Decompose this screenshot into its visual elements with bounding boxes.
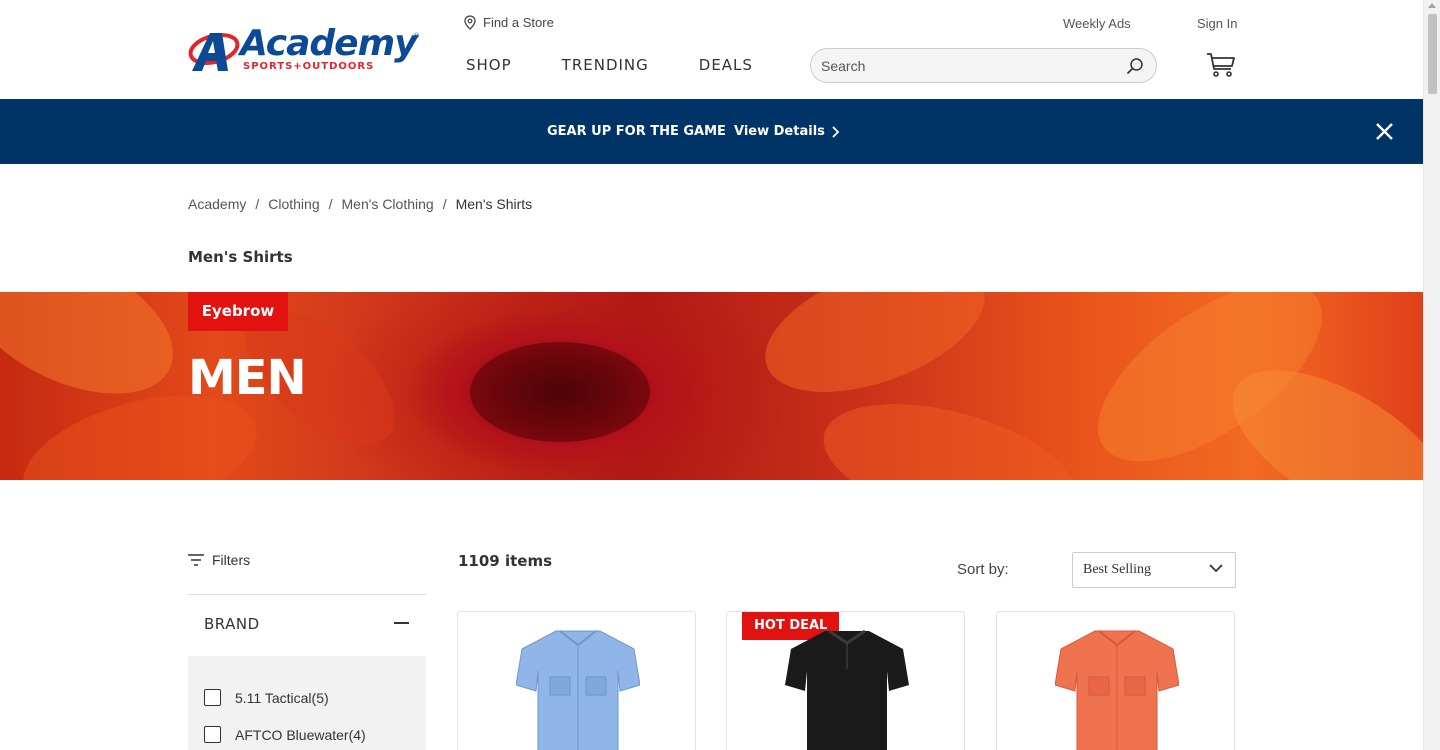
hero-petal — [748, 292, 1002, 419]
brand-filter-label: BRAND — [204, 615, 260, 633]
search-box — [810, 48, 1157, 83]
logo-a-icon — [188, 32, 240, 71]
hero-flower-center — [470, 342, 650, 442]
sort-dropdown[interactable]: Best Selling — [1072, 552, 1236, 588]
filter-icon — [188, 554, 204, 566]
academy-logo[interactable]: Academy ® SPORTS+OUTDOORS — [188, 23, 420, 75]
hero-eyebrow: Eyebrow — [188, 292, 288, 331]
hero-petal — [810, 380, 1090, 480]
brand-option-aftco-bluewater[interactable]: AFTCO Bluewater(4) — [204, 726, 366, 743]
logo-tagline: SPORTS+OUTDOORS — [243, 61, 375, 72]
chevron-down-icon — [1209, 564, 1223, 573]
logo-wordmark: Academy — [240, 23, 418, 64]
main-nav: SHOP TRENDING DEALS — [466, 56, 803, 74]
site-header: Academy ® SPORTS+OUTDOORS Find a Store W… — [0, 0, 1423, 99]
weekly-ads-link[interactable]: Weekly Ads — [1063, 16, 1131, 31]
item-count: 1109 items — [458, 552, 553, 570]
collapse-minus-icon — [394, 622, 409, 624]
view-details-label: View Details — [734, 124, 825, 139]
filters-toggle[interactable]: Filters — [188, 552, 250, 568]
breadcrumb-mens-clothing[interactable]: Men's Clothing — [342, 196, 434, 212]
brand-option-label: AFTCO Bluewater(4) — [235, 726, 366, 743]
nav-shop[interactable]: SHOP — [466, 56, 512, 74]
nav-trending[interactable]: TRENDING — [562, 56, 649, 74]
close-icon[interactable] — [1376, 123, 1393, 140]
scroll-up-arrow-icon[interactable] — [1428, 3, 1436, 8]
brand-filter-list: 5.11 Tactical(5) AFTCO Bluewater(4) — [188, 656, 426, 750]
checkbox[interactable] — [204, 726, 221, 743]
search-input[interactable] — [821, 56, 1111, 76]
checkbox[interactable] — [204, 689, 221, 706]
product-image-black-polo — [785, 629, 909, 750]
brand-option-label: 5.11 Tactical(5) — [235, 689, 329, 706]
breadcrumb-separator: / — [442, 196, 447, 212]
view-details-link[interactable]: View Details — [734, 124, 839, 139]
product-image-orange-shirt — [1055, 630, 1179, 750]
find-a-store-link[interactable]: Find a Store — [464, 15, 554, 30]
product-image-blue-shirt — [516, 630, 640, 750]
sign-in-link[interactable]: Sign In — [1197, 16, 1237, 31]
sort-selected-value: Best Selling — [1083, 562, 1152, 577]
sort-label: Sort by: — [957, 561, 1009, 578]
breadcrumb-separator: / — [328, 196, 333, 212]
breadcrumb-separator: / — [255, 196, 260, 212]
scrollbar-thumb[interactable] — [1428, 14, 1437, 94]
product-card[interactable] — [996, 611, 1235, 750]
registered-mark: ® — [413, 32, 420, 40]
breadcrumb-current: Men's Shirts — [455, 196, 533, 212]
location-pin-icon — [464, 15, 476, 30]
page-title: Men's Shirts — [188, 248, 293, 266]
brand-option-511-tactical[interactable]: 5.11 Tactical(5) — [204, 689, 329, 706]
product-card[interactable] — [457, 611, 696, 750]
filters-label: Filters — [212, 552, 251, 568]
nav-deals[interactable]: DEALS — [699, 56, 753, 74]
page: Academy ® SPORTS+OUTDOORS Find a Store W… — [0, 0, 1423, 750]
breadcrumb-clothing[interactable]: Clothing — [268, 196, 319, 212]
brand-filter-toggle[interactable]: BRAND — [188, 595, 426, 656]
search-icon[interactable] — [1126, 57, 1144, 75]
breadcrumb-academy[interactable]: Academy — [188, 196, 246, 212]
hero-banner: Eyebrow MEN — [0, 292, 1423, 480]
promo-banner: GEAR UP FOR THE GAME View Details — [0, 99, 1423, 164]
promo-text: GEAR UP FOR THE GAME — [547, 124, 726, 139]
breadcrumb: Academy / Clothing / Men's Clothing / Me… — [188, 196, 532, 212]
chevron-right-icon — [832, 125, 839, 138]
product-card[interactable]: HOT DEAL — [726, 611, 965, 750]
page-scrollbar[interactable] — [1423, 0, 1440, 750]
find-a-store-label: Find a Store — [483, 15, 554, 30]
hero-title: MEN — [188, 350, 307, 406]
cart-icon[interactable] — [1206, 52, 1236, 78]
